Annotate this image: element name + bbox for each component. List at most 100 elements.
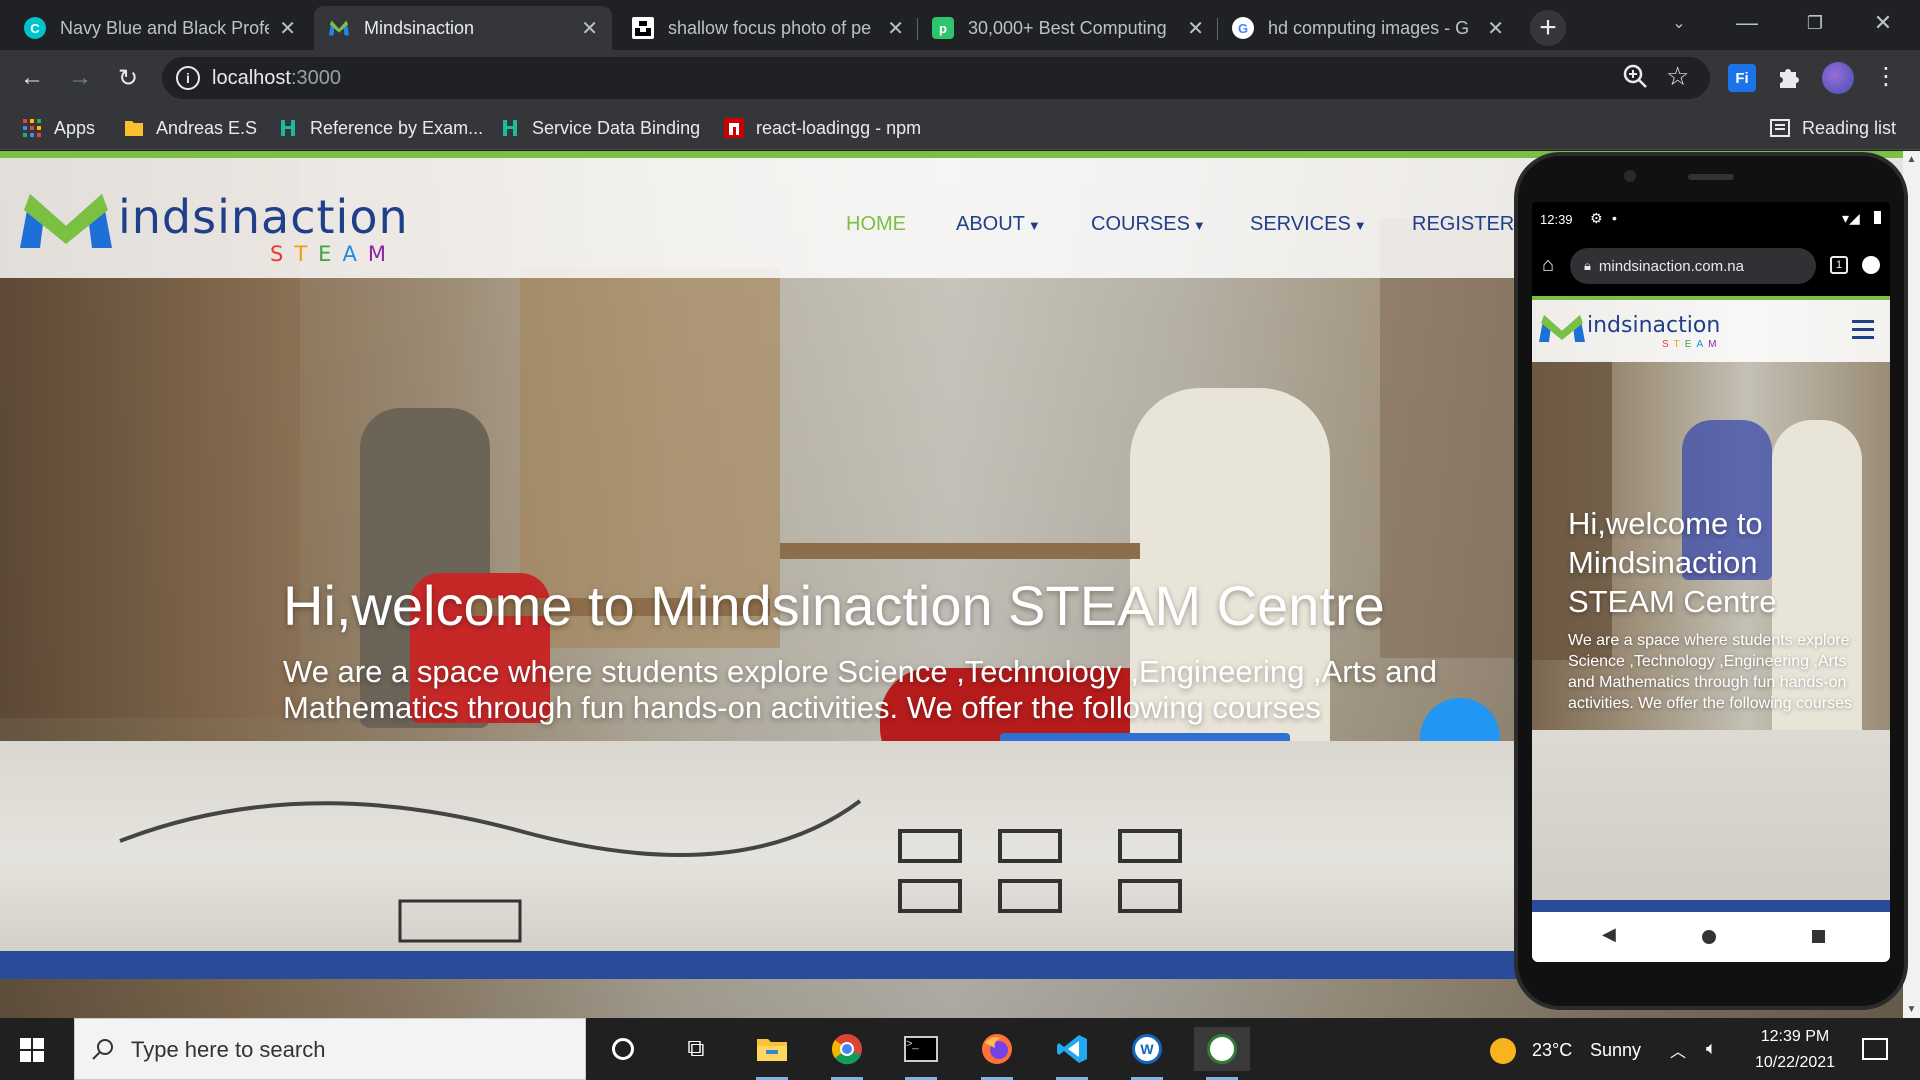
chrome-icon[interactable] <box>825 1027 869 1080</box>
phone-hero-title: Hi,welcome to Mindsinaction STEAM Centre <box>1568 506 1777 619</box>
tab-pixabay[interactable]: p 30,000+ Best Computing ✕ <box>918 6 1218 50</box>
tab-title: 30,000+ Best Computing <box>968 17 1167 38</box>
bookmark-react-loading[interactable]: react-loadingg - npm <box>724 116 921 140</box>
phone-address-bar: ⌂ 🔒︎ mindsinaction.com.na 1 <box>1532 238 1890 296</box>
bookmark-label: Reference by Exam... <box>310 117 484 138</box>
phone-home-icon[interactable] <box>1702 930 1716 944</box>
phone-recents-icon[interactable] <box>1812 930 1825 943</box>
terminal-icon[interactable]: >_ <box>899 1027 943 1080</box>
nav-courses[interactable]: COURSES ▼ <box>1091 213 1206 236</box>
chevron-down-icon: ▼ <box>1353 218 1367 233</box>
phone-hero-subtitle: We are a space where students explore Sc… <box>1568 632 1852 712</box>
reading-list-label: Reading list <box>1802 117 1897 138</box>
search-icon <box>92 1039 113 1060</box>
folder-icon <box>125 121 143 136</box>
clock-time[interactable]: 12:39 PM <box>1750 1028 1840 1046</box>
phone-screen: 12:39 ⚙ • ▾◢ ⌂ 🔒︎ mindsinaction.com.na 1 <box>1532 202 1890 962</box>
steam-letter: A <box>342 242 368 266</box>
back-icon[interactable]: ← <box>16 62 48 94</box>
steam-letter: T <box>294 242 319 266</box>
notifications-icon[interactable] <box>1862 1038 1888 1060</box>
battery-icon <box>1874 211 1881 224</box>
weather-text[interactable]: Sunny <box>1590 1040 1641 1061</box>
reading-list-button[interactable]: Reading list <box>1770 116 1896 140</box>
site-info-icon[interactable]: i <box>176 66 200 90</box>
notification-dot-icon: • <box>1612 210 1617 226</box>
zoom-icon[interactable] <box>1622 63 1652 93</box>
tab-search-icon[interactable]: ⌄ <box>1646 0 1712 46</box>
bookmarks-bar: Apps Andreas E.S Reference by Exam... Se… <box>0 106 1920 150</box>
menu-kebab-icon[interactable]: ⋮ <box>1874 62 1898 91</box>
bookmark-label: Apps <box>54 117 96 138</box>
tab-title: Mindsinaction <box>364 17 475 38</box>
firefox-icon[interactable] <box>975 1027 1019 1080</box>
profile-avatar[interactable] <box>1822 62 1854 94</box>
close-icon[interactable]: ✕ <box>581 16 598 41</box>
close-icon[interactable]: ✕ <box>279 16 296 41</box>
logo-wordmark: indsinaction <box>118 190 409 244</box>
close-icon[interactable]: ✕ <box>887 16 904 41</box>
apps-grid-icon <box>23 119 41 137</box>
tab-canva[interactable]: C Navy Blue and Black Profe ✕ <box>10 6 310 50</box>
task-view-icon[interactable]: ⧉ <box>674 1027 718 1071</box>
taskbar-search-box[interactable]: Type here to search <box>74 1018 586 1080</box>
bookmark-apps[interactable]: Apps <box>22 116 95 140</box>
address-bar[interactable]: i localhost:3000 ☆ <box>162 57 1710 99</box>
mindsinaction-icon <box>328 17 350 39</box>
weather-sun-icon[interactable] <box>1490 1038 1516 1064</box>
cortana-icon[interactable] <box>601 1027 645 1071</box>
pixabay-icon: p <box>932 17 954 39</box>
nav-services[interactable]: SERVICES ▼ <box>1250 213 1367 236</box>
tab-unsplash[interactable]: shallow focus photo of pe ✕ <box>618 6 918 50</box>
app-w-icon[interactable]: W <box>1125 1027 1169 1080</box>
close-window-button[interactable]: ✕ <box>1850 0 1916 46</box>
mindsinaction-logo-icon <box>20 194 112 248</box>
lock-icon: 🔒︎ <box>1584 258 1591 273</box>
home-icon[interactable]: ⌂ <box>1542 254 1554 277</box>
phone-url-field[interactable]: 🔒︎ mindsinaction.com.na <box>1570 248 1816 284</box>
bookmark-service-binding[interactable]: Service Data Binding <box>500 116 700 140</box>
restore-button[interactable]: ❐ <box>1782 0 1848 46</box>
tab-count-button[interactable]: 1 <box>1830 256 1848 274</box>
site-logo[interactable]: indsinaction STEAM <box>18 188 408 268</box>
tray-chevron-up-icon[interactable]: ︿ <box>1670 1038 1686 1062</box>
bookmark-andreas[interactable]: Andreas E.S <box>124 116 257 140</box>
bookmark-label: react-loadingg - npm <box>756 117 922 138</box>
tab-title: hd computing images - G <box>1268 17 1470 38</box>
volume-icon[interactable]: 🔈︎ <box>1706 1038 1717 1059</box>
minimize-button[interactable]: — <box>1714 0 1780 46</box>
hamburger-menu-icon[interactable] <box>1852 320 1874 339</box>
file-explorer-icon[interactable] <box>750 1027 794 1080</box>
vuetify-icon <box>503 120 517 136</box>
bookmark-reference[interactable]: Reference by Exam... <box>278 116 483 140</box>
scroll-up-icon[interactable]: ▲ <box>1903 151 1920 168</box>
weather-temp[interactable]: 23°C <box>1532 1040 1572 1061</box>
nav-about[interactable]: ABOUT ▼ <box>956 213 1041 236</box>
profile-icon[interactable] <box>1862 256 1880 274</box>
phone-back-icon[interactable]: ◀ <box>1602 924 1616 945</box>
forward-icon[interactable]: → <box>64 62 96 94</box>
tab-separator <box>1217 18 1218 40</box>
extension-fi-icon[interactable]: Fi <box>1728 64 1756 92</box>
phone-site-navbar: indsinaction STEAM <box>1532 300 1890 362</box>
unsplash-icon <box>632 17 654 39</box>
new-tab-button[interactable]: + <box>1530 10 1566 46</box>
windows-start-icon[interactable] <box>20 1038 44 1062</box>
app-active-icon[interactable] <box>1194 1027 1250 1080</box>
extensions-puzzle-icon[interactable] <box>1776 64 1804 92</box>
logo-wordmark: indsinaction <box>1587 313 1721 338</box>
close-icon[interactable]: ✕ <box>1487 16 1504 41</box>
tab-google[interactable]: G hd computing images - G ✕ <box>1218 6 1518 50</box>
scroll-down-icon[interactable]: ▼ <box>1903 1001 1920 1018</box>
nav-register[interactable]: REGISTER <box>1412 213 1514 236</box>
url-text[interactable]: localhost:3000 <box>212 67 341 90</box>
nav-home[interactable]: HOME <box>846 213 906 236</box>
tab-mindsinaction[interactable]: Mindsinaction ✕ <box>314 6 612 50</box>
logo-steam: STEAM <box>270 242 397 266</box>
bookmark-star-icon[interactable]: ☆ <box>1666 61 1689 92</box>
reload-icon[interactable]: ↻ <box>112 62 144 94</box>
vscode-icon[interactable] <box>1050 1027 1094 1080</box>
hero-subtitle: We are a space where students explore Sc… <box>283 654 1437 725</box>
close-icon[interactable]: ✕ <box>1187 16 1204 41</box>
clock-date[interactable]: 10/22/2021 <box>1745 1054 1845 1072</box>
